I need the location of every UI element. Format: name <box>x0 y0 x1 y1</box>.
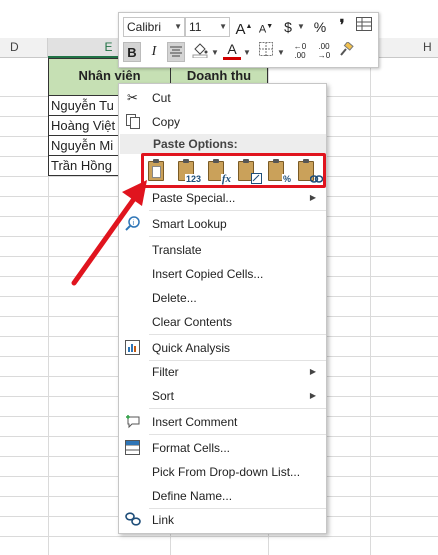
submenu-arrow-icon: ▶ <box>309 193 316 202</box>
menu-item-label: Quick Analysis <box>152 341 231 355</box>
chevron-down-icon: ▼ <box>219 22 227 31</box>
quick-analysis-icon <box>124 340 141 356</box>
comma-icon: ❜ <box>339 17 345 34</box>
menu-item-clear-contents[interactable]: Clear Contents <box>119 310 326 334</box>
borders-button[interactable] <box>257 42 275 62</box>
menu-item-label: Insert Copied Cells... <box>152 267 264 281</box>
comma-style-button[interactable]: ❜ <box>333 16 351 36</box>
increase-decimal-button[interactable]: ←0 .00 <box>289 42 311 62</box>
menu-separator <box>149 434 326 435</box>
menu-item-translate[interactable]: Translate <box>119 238 326 262</box>
menu-item-sort[interactable]: Sort ▶ <box>119 384 326 408</box>
font-color-button[interactable]: A <box>223 41 241 60</box>
menu-item-insert-copied-cells[interactable]: Insert Copied Cells... <box>119 262 326 286</box>
grow-font-button[interactable]: A▲ <box>235 17 253 38</box>
context-menu: ✂ Cut Copy Paste Options: 123 fx % Paste… <box>118 83 327 534</box>
menu-item-label: Pick From Drop-down List... <box>152 465 301 479</box>
menu-item-label: Link <box>152 513 175 527</box>
center-align-button[interactable] <box>167 42 185 62</box>
chevron-down-icon[interactable]: ▼ <box>211 48 219 57</box>
submenu-arrow-icon: ▶ <box>309 391 316 400</box>
font-color-icon: A <box>227 41 237 57</box>
font-name-value: Calibri <box>127 20 162 34</box>
decrease-decimal-button[interactable]: .00 →0 <box>313 42 335 62</box>
menu-item-insert-comment[interactable]: Insert Comment <box>119 410 326 434</box>
link-icon <box>124 512 141 528</box>
excel-window: D E H Nhân viên Doanh thu Nguyễn Tu Hoàn… <box>0 0 438 555</box>
menu-item-link[interactable]: Link <box>119 508 326 532</box>
gridline <box>0 536 438 537</box>
increase-decimal-icon: ←0 .00 <box>293 42 307 60</box>
menu-item-filter[interactable]: Filter ▶ <box>119 360 326 384</box>
format-painter-icon <box>340 41 354 56</box>
font-size-value: 11 <box>189 20 202 34</box>
menu-item-define-name[interactable]: Define Name... <box>119 484 326 508</box>
menu-item-quick-analysis[interactable]: Quick Analysis <box>119 336 326 360</box>
chevron-down-icon[interactable]: ▼ <box>297 22 305 31</box>
align-center-icon <box>170 46 182 57</box>
format-cells-icon <box>124 440 141 456</box>
italic-icon: I <box>151 44 157 59</box>
menu-separator <box>149 210 326 211</box>
menu-item-paste-special[interactable]: Paste Special... ▶ <box>119 186 326 210</box>
insert-comment-icon <box>124 414 141 430</box>
table-grid-icon <box>356 17 372 31</box>
menu-item-copy[interactable]: Copy <box>119 110 326 134</box>
menu-item-label: Copy <box>152 115 181 129</box>
paste-options-header: Paste Options: <box>120 134 326 154</box>
menu-item-label: Delete... <box>152 291 197 305</box>
menu-item-format-cells[interactable]: Format Cells... <box>119 436 326 460</box>
menu-separator <box>149 236 326 237</box>
italic-button[interactable]: I <box>145 42 163 62</box>
chevron-down-icon[interactable]: ▼ <box>277 48 285 57</box>
menu-item-label: Sort <box>152 389 175 403</box>
format-table-button[interactable] <box>355 17 373 37</box>
paste-options-highlight <box>141 153 326 188</box>
copy-icon <box>124 114 141 130</box>
currency-icon: $ <box>284 19 292 35</box>
paint-bucket-icon <box>192 43 208 59</box>
accounting-format-button[interactable]: $ <box>279 17 297 37</box>
gridline <box>370 58 371 555</box>
chevron-down-icon: ▼ <box>174 22 182 31</box>
menu-item-label: Clear Contents <box>152 315 233 329</box>
menu-separator <box>149 408 326 409</box>
menu-item-delete[interactable]: Delete... <box>119 286 326 310</box>
menu-item-smart-lookup[interactable]: i Smart Lookup <box>119 212 326 236</box>
menu-item-label: Filter <box>152 365 179 379</box>
menu-item-label: Cut <box>152 91 171 105</box>
borders-icon <box>259 42 273 56</box>
percent-style-button[interactable]: % <box>311 17 329 37</box>
font-size-select[interactable]: 11 ▼ <box>185 17 230 37</box>
percent-icon: % <box>313 19 327 35</box>
bold-button[interactable]: B <box>123 42 141 62</box>
column-header-d[interactable]: D <box>0 38 48 58</box>
fill-color-button[interactable] <box>191 42 209 62</box>
scissors-icon: ✂ <box>127 90 138 105</box>
submenu-arrow-icon: ▶ <box>309 367 316 376</box>
mini-toolbar: Calibri ▼ 11 ▼ A▲ A▼ $ ▼ % ❜ B I ▼ A ▼ ▼… <box>118 12 379 68</box>
grow-font-icon: A <box>235 21 246 38</box>
menu-item-label: Smart Lookup <box>152 217 227 231</box>
menu-item-cut[interactable]: ✂ Cut <box>119 86 326 110</box>
menu-item-label: Translate <box>152 243 202 257</box>
shrink-font-button[interactable]: A▼ <box>257 17 275 37</box>
column-header-h[interactable]: H <box>370 38 438 58</box>
bold-icon: B <box>127 45 137 60</box>
menu-item-label: Define Name... <box>152 489 233 503</box>
font-name-select[interactable]: Calibri ▼ <box>123 17 185 37</box>
menu-item-pick-from-dropdown[interactable]: Pick From Drop-down List... <box>119 460 326 484</box>
menu-item-label: Format Cells... <box>152 441 231 455</box>
format-painter-button[interactable] <box>337 41 355 62</box>
menu-item-label: Paste Special... <box>152 191 236 205</box>
chevron-down-icon[interactable]: ▼ <box>243 48 251 57</box>
menu-item-label: Insert Comment <box>152 415 238 429</box>
menu-separator <box>149 334 326 335</box>
decrease-decimal-icon: .00 →0 <box>317 42 331 60</box>
smart-lookup-icon: i <box>124 216 141 232</box>
